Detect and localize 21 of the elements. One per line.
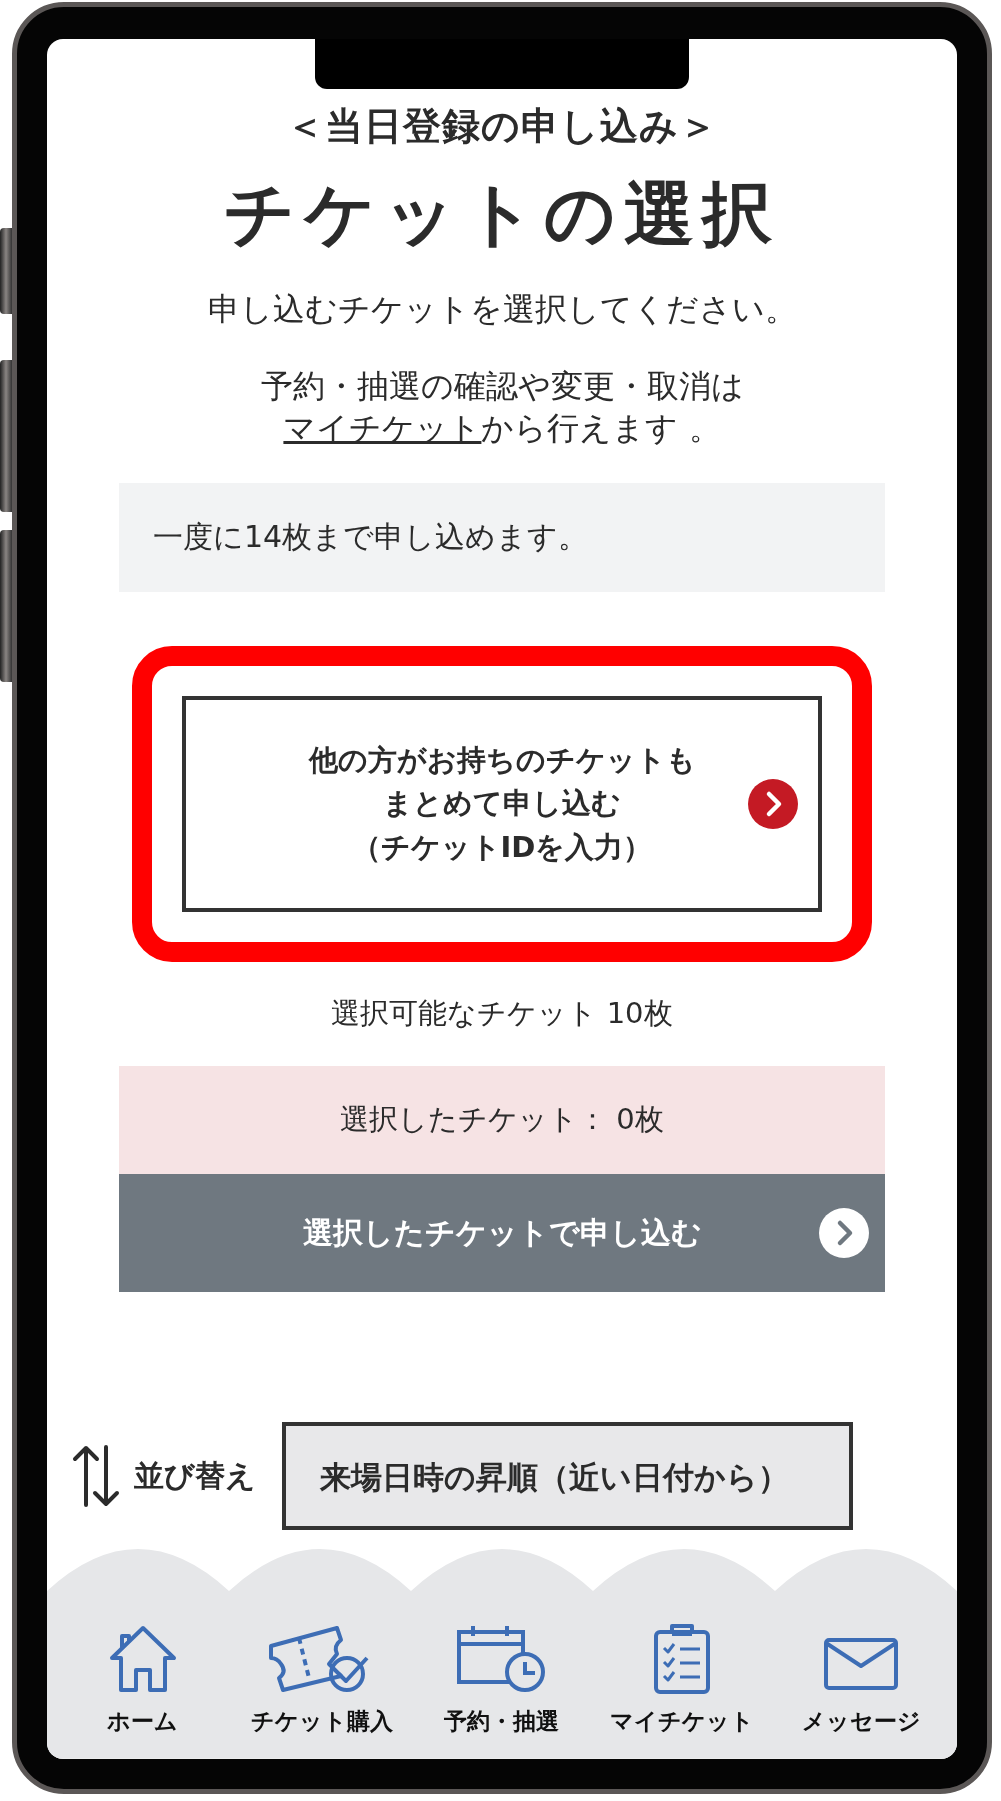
- chevron-right-icon: [819, 1208, 869, 1259]
- available-count: 選択可能なチケット 10枚: [331, 995, 673, 1033]
- instruction-text: 申し込むチケットを選択してください。: [207, 289, 797, 330]
- sort-dropdown[interactable]: 来場日時の昇順（近い日付から）: [282, 1422, 853, 1531]
- page-subtitle: ＜当日登録の申し込み＞: [286, 103, 718, 150]
- sort-arrows-icon: [72, 1445, 120, 1508]
- clipboard-checklist-icon: [651, 1624, 712, 1694]
- tab-bar-item[interactable]: ホーム: [57, 1620, 228, 1737]
- notice-text: 予約・抽選の確認や変更・取消は マイチケット から行えます 。: [259, 366, 745, 449]
- home-icon: [107, 1624, 178, 1694]
- page-title: チケットの選択: [224, 172, 780, 257]
- sort-label: 並び替え: [134, 1456, 256, 1495]
- tab-bar-item[interactable]: 予約・抽選: [417, 1620, 587, 1737]
- chevron-right-icon: [748, 779, 798, 830]
- selected-count: 選択したチケット： 0枚: [119, 1066, 885, 1175]
- tab-bar-item[interactable]: メッセージ: [776, 1620, 947, 1737]
- tab-bar-item[interactable]: チケット購入: [237, 1620, 408, 1737]
- tab-bar-item[interactable]: マイチケット: [596, 1620, 767, 1737]
- limit-notice: 一度に14枚まで申し込めます。: [119, 483, 885, 593]
- my-ticket-link[interactable]: マイチケット: [283, 408, 482, 447]
- bulk-apply-button[interactable]: 他の方がお持ちのチケットも まとめて申し込む （チケットIDを入力）: [182, 696, 822, 913]
